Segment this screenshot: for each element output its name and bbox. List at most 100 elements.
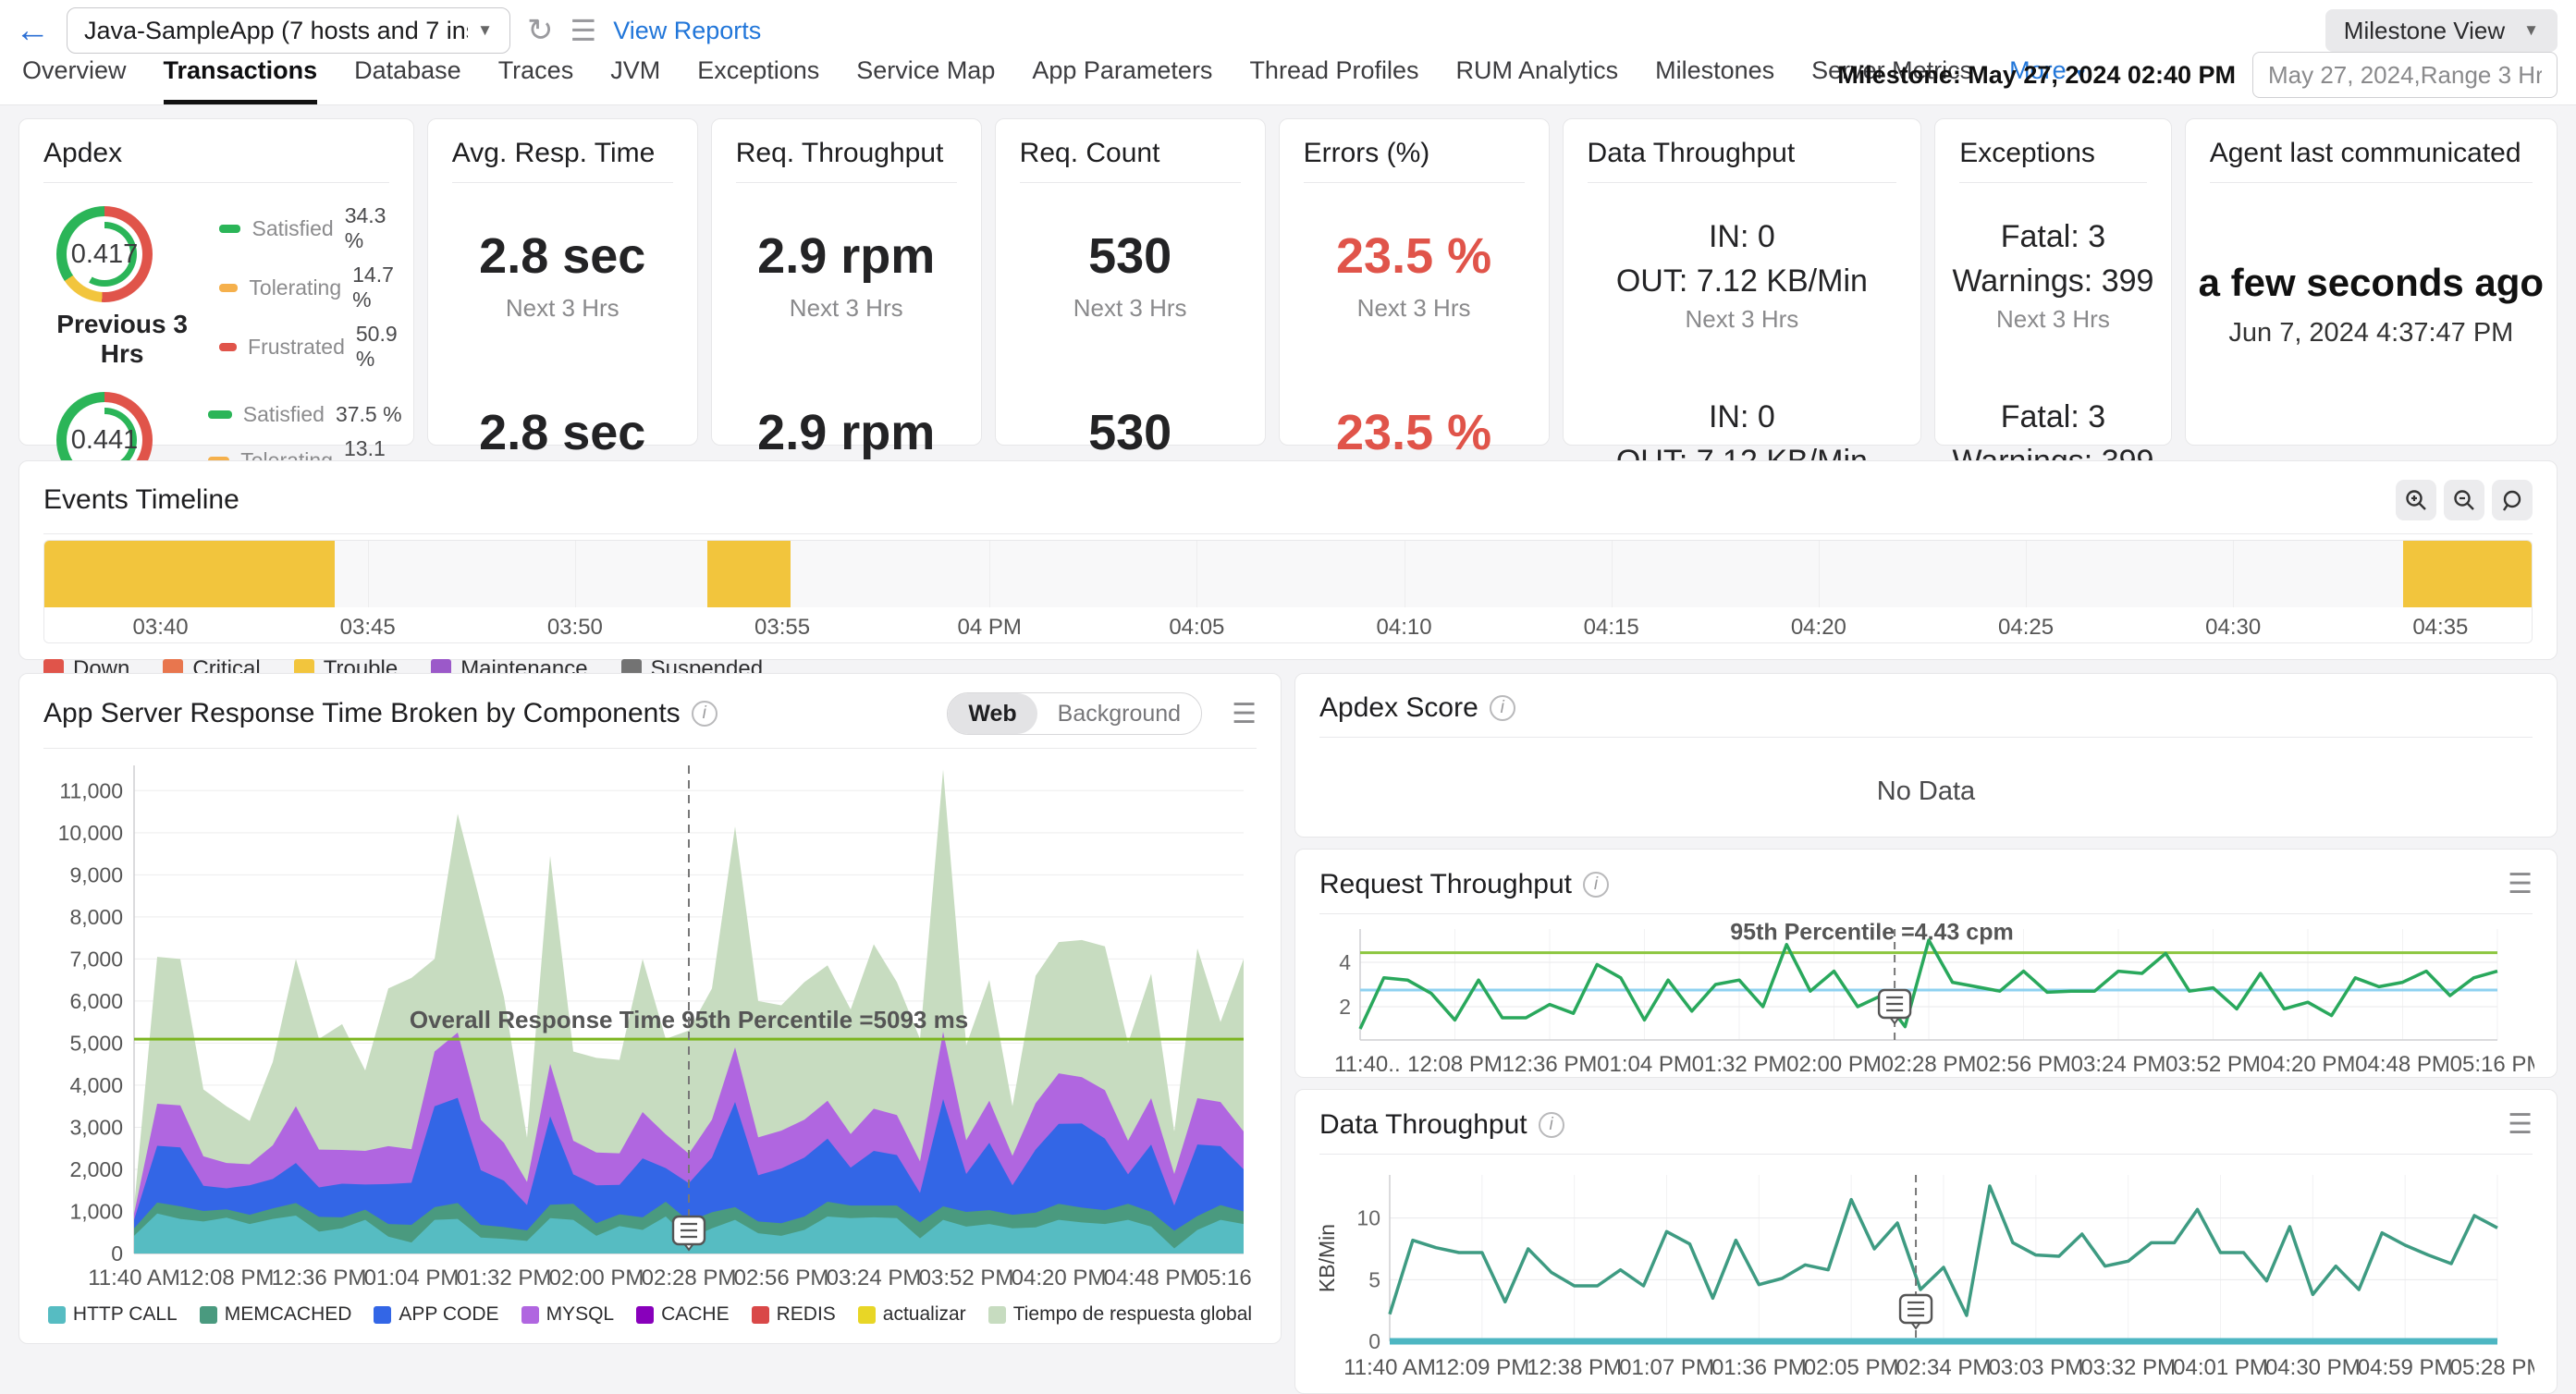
tab-traces[interactable]: Traces bbox=[498, 56, 574, 104]
axis-label: 12:36 PM bbox=[272, 1266, 367, 1290]
axis-label: 12:36 PM bbox=[1503, 1052, 1598, 1077]
card-title: Apdex bbox=[43, 138, 122, 169]
chart-menu-icon[interactable]: ☰ bbox=[1232, 698, 1257, 730]
axis-label: 02:28 PM bbox=[642, 1266, 737, 1290]
card-title: Req. Count bbox=[1020, 138, 1160, 169]
zoom-out-icon[interactable] bbox=[2444, 480, 2484, 520]
agent-last-communicated: a few seconds ago bbox=[2186, 261, 2557, 305]
legend-item-mysql[interactable]: MYSQL bbox=[521, 1303, 615, 1326]
card-title: Req. Throughput bbox=[736, 138, 944, 169]
timeline-event-trouble[interactable] bbox=[707, 541, 791, 607]
axis-label: 01:04 PM bbox=[1597, 1052, 1692, 1077]
toggle-web[interactable]: Web bbox=[948, 693, 1037, 734]
toggle-background[interactable]: Background bbox=[1037, 693, 1201, 734]
timeline-tick-label: 04:35 bbox=[2412, 615, 2468, 641]
axis-label: 2 bbox=[1339, 995, 1351, 1019]
milestone-view-button[interactable]: Milestone View ▼ bbox=[2325, 9, 2558, 52]
axis-label: 01:32 PM bbox=[1692, 1052, 1787, 1077]
view-reports-link[interactable]: View Reports bbox=[613, 17, 761, 45]
timeline-event-trouble[interactable] bbox=[44, 541, 335, 607]
axis-label: 5 bbox=[1368, 1267, 1380, 1291]
timeline-tick-label: 04:25 bbox=[1998, 615, 2054, 641]
right-column: Apdex Score i No Data Request Throughput… bbox=[1294, 673, 2558, 1394]
metric-card-req-count: Req. Count 530 Next 3 Hrs530 Next 3 Hrs bbox=[995, 118, 1266, 446]
axis-label: 02:56 PM bbox=[1976, 1052, 2071, 1077]
info-icon[interactable]: i bbox=[1539, 1112, 1564, 1138]
refresh-icon[interactable]: ↻ bbox=[527, 12, 554, 49]
legend-item-cache[interactable]: CACHE bbox=[636, 1303, 730, 1326]
axis-label: 11:40 AM bbox=[1343, 1355, 1436, 1380]
tab-transactions[interactable]: Transactions bbox=[164, 56, 318, 104]
zoom-in-icon[interactable] bbox=[2396, 480, 2436, 520]
data-throughput-chart[interactable]: 051011:40 AM12:09 PM12:38 PM01:07 PM01:3… bbox=[1318, 1164, 2534, 1384]
zoom-reset-icon[interactable] bbox=[2492, 480, 2533, 520]
tab-app-parameters[interactable]: App Parameters bbox=[1032, 56, 1212, 104]
axis-label: 04:20 PM bbox=[1012, 1266, 1107, 1290]
timeline-tick-label: 04:05 bbox=[1169, 615, 1224, 641]
axis-label: 10 bbox=[1356, 1206, 1380, 1230]
axis-label: 02:05 PM bbox=[1804, 1355, 1899, 1380]
events-timeline-track[interactable] bbox=[44, 541, 2532, 607]
tab-database[interactable]: Database bbox=[354, 56, 461, 104]
info-icon[interactable]: i bbox=[692, 701, 718, 727]
axis-label: 11,000 bbox=[59, 778, 123, 802]
axis-label: 03:24 PM bbox=[827, 1266, 922, 1290]
metric-card-errors-: Errors (%) 23.5 % Next 3 Hrs23.5 % Next … bbox=[1279, 118, 1550, 446]
tab-milestones[interactable]: Milestones bbox=[1655, 56, 1774, 104]
legend-item-http-call[interactable]: HTTP CALL bbox=[48, 1303, 178, 1326]
axis-label: 02:28 PM bbox=[1882, 1052, 1977, 1077]
axis-label: 02:00 PM bbox=[549, 1266, 644, 1290]
legend-item-redis[interactable]: REDIS bbox=[752, 1303, 836, 1326]
tab-jvm[interactable]: JVM bbox=[610, 56, 660, 104]
app-selector-dropdown[interactable]: Java-SampleApp (7 hosts and 7 instanc...… bbox=[67, 7, 510, 54]
apdex-legend-item: Frustrated50.9 % bbox=[219, 322, 404, 372]
apdex-score-value: 0.417 bbox=[56, 206, 153, 302]
fatal-count: Fatal: 3 bbox=[1952, 395, 2153, 439]
legend-item-tiempo-de-respuesta-global[interactable]: Tiempo de respuesta global bbox=[988, 1303, 1252, 1326]
exceptions-card: Exceptions Fatal: 3 Warnings: 399 Next 3… bbox=[1934, 118, 2172, 446]
axis-label: 04:59 PM bbox=[2358, 1355, 2453, 1380]
tab-bar: Overview Transactions Database Traces JVM Exc… bbox=[22, 56, 2088, 104]
tab-overview[interactable]: Overview bbox=[22, 56, 127, 104]
menu-icon[interactable]: ☰ bbox=[570, 13, 597, 48]
metric-value: 2.8 sec bbox=[479, 404, 645, 461]
milestone-annotation-icon[interactable] bbox=[673, 1217, 705, 1250]
timeline-tick-label: 03:45 bbox=[340, 615, 396, 641]
timeline-tick-label: 03:40 bbox=[133, 615, 189, 641]
response-time-chart[interactable]: 01,0002,0003,0004,0005,0006,0007,0008,00… bbox=[43, 752, 1257, 1302]
request-throughput-chart-card: Request Throughput i ☰ 2495th Percentile… bbox=[1294, 849, 2558, 1078]
no-data-text: No Data bbox=[1295, 776, 2557, 807]
info-icon[interactable]: i bbox=[1490, 695, 1515, 721]
metric-value: 530 bbox=[1073, 404, 1187, 461]
axis-label: 11:40 AM bbox=[88, 1266, 180, 1290]
legend-item-memcached[interactable]: MEMCACHED bbox=[200, 1303, 352, 1326]
axis-label: 04:01 PM bbox=[2173, 1355, 2268, 1380]
chart-menu-icon[interactable]: ☰ bbox=[2508, 868, 2533, 900]
tab-exceptions[interactable]: Exceptions bbox=[697, 56, 819, 104]
back-icon[interactable]: ← bbox=[15, 9, 50, 52]
axis-label: 03:32 PM bbox=[2080, 1355, 2176, 1380]
tab-thread-profiles[interactable]: Thread Profiles bbox=[1249, 56, 1418, 104]
milestone-annotation-icon[interactable] bbox=[1879, 990, 1910, 1023]
axis-label: 6,000 bbox=[69, 989, 123, 1013]
chart-menu-icon[interactable]: ☰ bbox=[2508, 1108, 2533, 1141]
legend-item-app-code[interactable]: APP CODE bbox=[374, 1303, 498, 1326]
card-title: Avg. Resp. Time bbox=[452, 138, 656, 169]
milestone-annotation-icon[interactable] bbox=[1900, 1295, 1932, 1328]
timeline-event-trouble[interactable] bbox=[2403, 541, 2532, 607]
legend-item-actualizar[interactable]: actualizar bbox=[858, 1303, 966, 1326]
axis-label: 9,000 bbox=[69, 862, 123, 887]
tab-service-map[interactable]: Service Map bbox=[856, 56, 995, 104]
apdex-card: Apdex 0.417Previous 3 HrsSatisfied34.3 %… bbox=[18, 118, 414, 446]
date-range-input[interactable] bbox=[2252, 52, 2558, 98]
apdex-gauge: 0.417Previous 3 HrsSatisfied34.3 %Tolera… bbox=[19, 183, 413, 372]
tab-rum-analytics[interactable]: RUM Analytics bbox=[1456, 56, 1619, 104]
axis-label: 2,000 bbox=[69, 1157, 123, 1181]
metric-value: 23.5 % bbox=[1336, 404, 1491, 461]
apdex-legend-item: Satisfied37.5 % bbox=[208, 402, 404, 427]
request-throughput-chart[interactable]: 2495th Percentile =4.43 cpm11:40..12:08 … bbox=[1318, 916, 2534, 1081]
axis-label: 10,000 bbox=[58, 821, 123, 845]
info-icon[interactable]: i bbox=[1583, 872, 1609, 898]
data-in-value: IN: 0 bbox=[1616, 214, 1868, 259]
axis-label: 04:30 PM bbox=[2265, 1355, 2361, 1380]
